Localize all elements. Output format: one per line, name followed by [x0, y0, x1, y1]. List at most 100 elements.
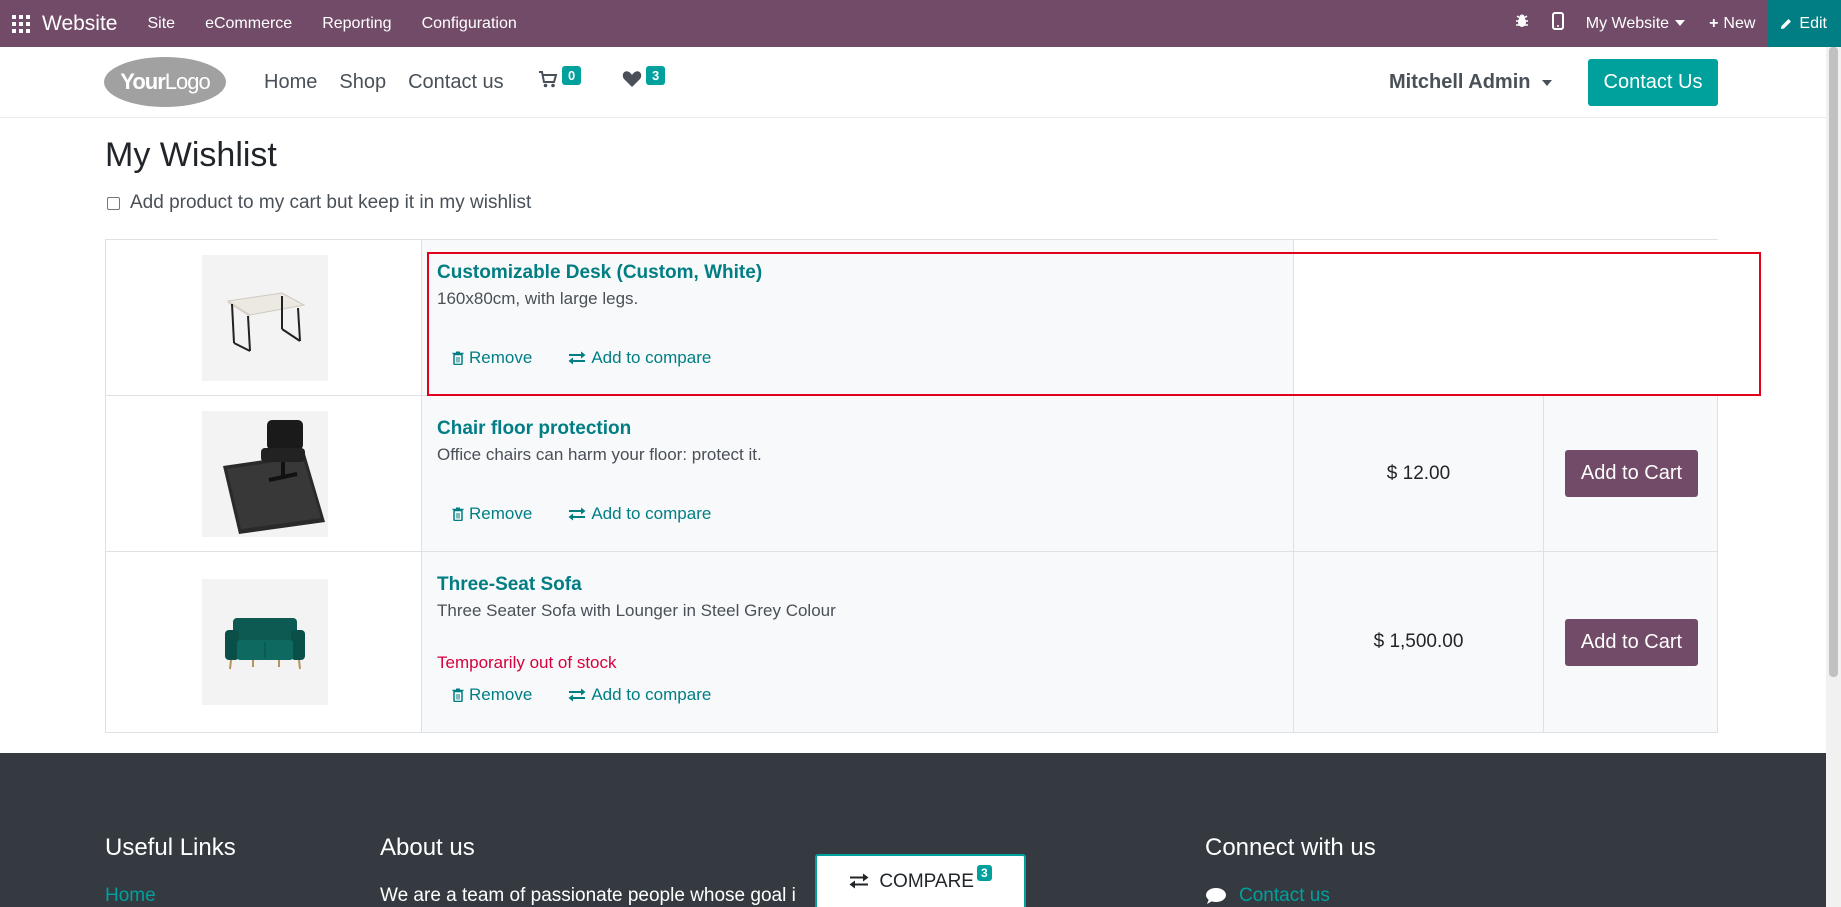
- footer-about-text: We are a team of passionate people whose…: [380, 885, 796, 906]
- plus-icon: +: [1709, 14, 1719, 32]
- product-description: 160x80cm, with large legs.: [437, 289, 639, 308]
- product-image-cell: [106, 552, 422, 732]
- product-info-cell: Chair floor protection Office chairs can…: [422, 396, 1294, 551]
- wishlist-table: Customizable Desk (Custom, White) 160x80…: [105, 239, 1719, 733]
- site-logo[interactable]: Your Logo: [104, 57, 226, 107]
- product-image[interactable]: [202, 579, 328, 705]
- contact-us-button[interactable]: Contact Us: [1588, 59, 1718, 106]
- table-row: Chair floor protection Office chairs can…: [106, 396, 1717, 552]
- table-row: Three-Seat Sofa Three Seater Sofa with L…: [106, 552, 1717, 732]
- mobile-preview-icon[interactable]: [1551, 12, 1564, 35]
- product-image-cell: [106, 240, 422, 395]
- empty-price-cart-cell: [1294, 240, 1719, 395]
- new-label: New: [1723, 14, 1756, 32]
- trash-icon: [452, 688, 464, 702]
- cart-link[interactable]: 0: [538, 66, 582, 88]
- website-switcher[interactable]: My Website: [1585, 14, 1686, 33]
- nav-shop[interactable]: Shop: [339, 71, 386, 94]
- debug-bug-icon[interactable]: [1514, 13, 1530, 34]
- edit-button[interactable]: Edit: [1767, 0, 1841, 47]
- footer-link-home[interactable]: Home: [105, 885, 156, 907]
- exchange-icon: [568, 351, 586, 365]
- footer-link-contact[interactable]: Contact us: [1205, 885, 1330, 907]
- wishlist-link[interactable]: 3: [622, 66, 666, 88]
- remove-label: Remove: [469, 348, 533, 367]
- product-image[interactable]: [202, 411, 328, 537]
- nav-home[interactable]: Home: [264, 71, 317, 94]
- product-name-link[interactable]: Three-Seat Sofa: [437, 574, 582, 596]
- apps-menu-button[interactable]: [0, 0, 42, 47]
- product-name-link[interactable]: Chair floor protection: [437, 418, 631, 440]
- menu-ecommerce[interactable]: eCommerce: [205, 15, 292, 33]
- page-scrollbar[interactable]: [1826, 47, 1841, 907]
- exchange-icon: [568, 507, 586, 521]
- table-row: Customizable Desk (Custom, White) 160x80…: [106, 240, 1719, 396]
- admin-bar: Website Site eCommerce Reporting Configu…: [0, 0, 1841, 47]
- add-to-cart-button[interactable]: Add to Cart: [1565, 618, 1698, 666]
- compare-count-badge: 3: [976, 865, 992, 881]
- sofa-image: [225, 618, 305, 670]
- remove-button[interactable]: Remove: [452, 504, 532, 524]
- caret-down-icon: [1675, 20, 1686, 27]
- remove-label: Remove: [469, 504, 533, 523]
- wishlist-count-badge: 3: [646, 66, 666, 85]
- trash-icon: [452, 351, 464, 365]
- add-to-compare-button[interactable]: Add to compare: [568, 685, 711, 705]
- website-switcher-label: My Website: [1585, 14, 1670, 32]
- product-description: Office chairs can harm your floor: prote…: [437, 445, 762, 464]
- compare-label: COMPARE: [879, 871, 974, 892]
- add-to-cart-button[interactable]: Add to Cart: [1565, 450, 1698, 497]
- keep-in-wishlist-label: Add product to my cart but keep it in my…: [130, 192, 532, 213]
- user-name: Mitchell Admin: [1389, 71, 1531, 93]
- app-brand[interactable]: Website: [42, 12, 117, 36]
- footer-connect-title: Connect with us: [1205, 834, 1376, 861]
- product-image[interactable]: [202, 255, 328, 381]
- product-description: Three Seater Sofa with Lounger in Steel …: [437, 601, 836, 620]
- remove-label: Remove: [469, 685, 533, 704]
- keep-in-wishlist-option[interactable]: Add product to my cart but keep it in my…: [107, 192, 531, 214]
- footer-contact-label: Contact us: [1239, 885, 1330, 906]
- add-to-compare-label: Add to compare: [591, 504, 712, 523]
- user-menu[interactable]: Mitchell Admin: [1389, 47, 1553, 118]
- out-of-stock-notice: Temporarily out of stock: [437, 653, 617, 672]
- product-actions: Remove Add to compare: [452, 685, 747, 705]
- add-to-compare-label: Add to compare: [591, 685, 712, 704]
- trash-icon: [452, 507, 464, 521]
- remove-button[interactable]: Remove: [452, 685, 532, 705]
- nav-contact-us[interactable]: Contact us: [408, 71, 504, 94]
- add-to-cart-cell: Add to Cart: [1544, 396, 1719, 551]
- scrollbar-thumb[interactable]: [1829, 47, 1838, 677]
- product-info-cell: Customizable Desk (Custom, White) 160x80…: [422, 240, 1294, 395]
- page-title: My Wishlist: [105, 136, 277, 174]
- product-name-link[interactable]: Customizable Desk (Custom, White): [437, 262, 762, 284]
- menu-site[interactable]: Site: [147, 15, 175, 33]
- add-to-cart-cell: Add to Cart: [1544, 552, 1719, 732]
- menu-reporting[interactable]: Reporting: [322, 15, 391, 33]
- add-to-compare-button[interactable]: Add to compare: [568, 504, 711, 524]
- desk-image: [226, 292, 306, 352]
- site-header: Your Logo Home Shop Contact us 0 3 Mitche…: [0, 47, 1826, 118]
- new-button[interactable]: + New: [1709, 15, 1755, 33]
- product-actions: Remove Add to compare: [452, 348, 747, 368]
- comment-icon: [1206, 888, 1226, 904]
- keep-in-wishlist-checkbox[interactable]: [107, 196, 120, 210]
- remove-button[interactable]: Remove: [452, 348, 532, 368]
- edit-label: Edit: [1799, 14, 1827, 32]
- cart-count-badge: 0: [562, 66, 582, 85]
- exchange-icon: [849, 873, 869, 889]
- shopping-cart-icon: [539, 71, 558, 88]
- apps-grid-icon: [12, 14, 30, 33]
- main-nav: Home Shop Contact us: [264, 47, 526, 118]
- product-image-cell: [106, 396, 422, 551]
- pencil-icon: [1781, 18, 1792, 29]
- add-to-compare-label: Add to compare: [591, 348, 712, 367]
- compare-bar-button[interactable]: COMPARE 3: [815, 854, 1026, 907]
- product-info-cell: Three-Seat Sofa Three Seater Sofa with L…: [422, 552, 1294, 732]
- footer-useful-links-title: Useful Links: [105, 834, 236, 861]
- product-price: $ 1,500.00: [1294, 552, 1544, 732]
- heart-icon: [622, 71, 642, 87]
- logo-text-bold: Your: [120, 69, 165, 94]
- menu-configuration[interactable]: Configuration: [422, 15, 517, 33]
- add-to-compare-button[interactable]: Add to compare: [568, 348, 711, 368]
- exchange-icon: [568, 688, 586, 702]
